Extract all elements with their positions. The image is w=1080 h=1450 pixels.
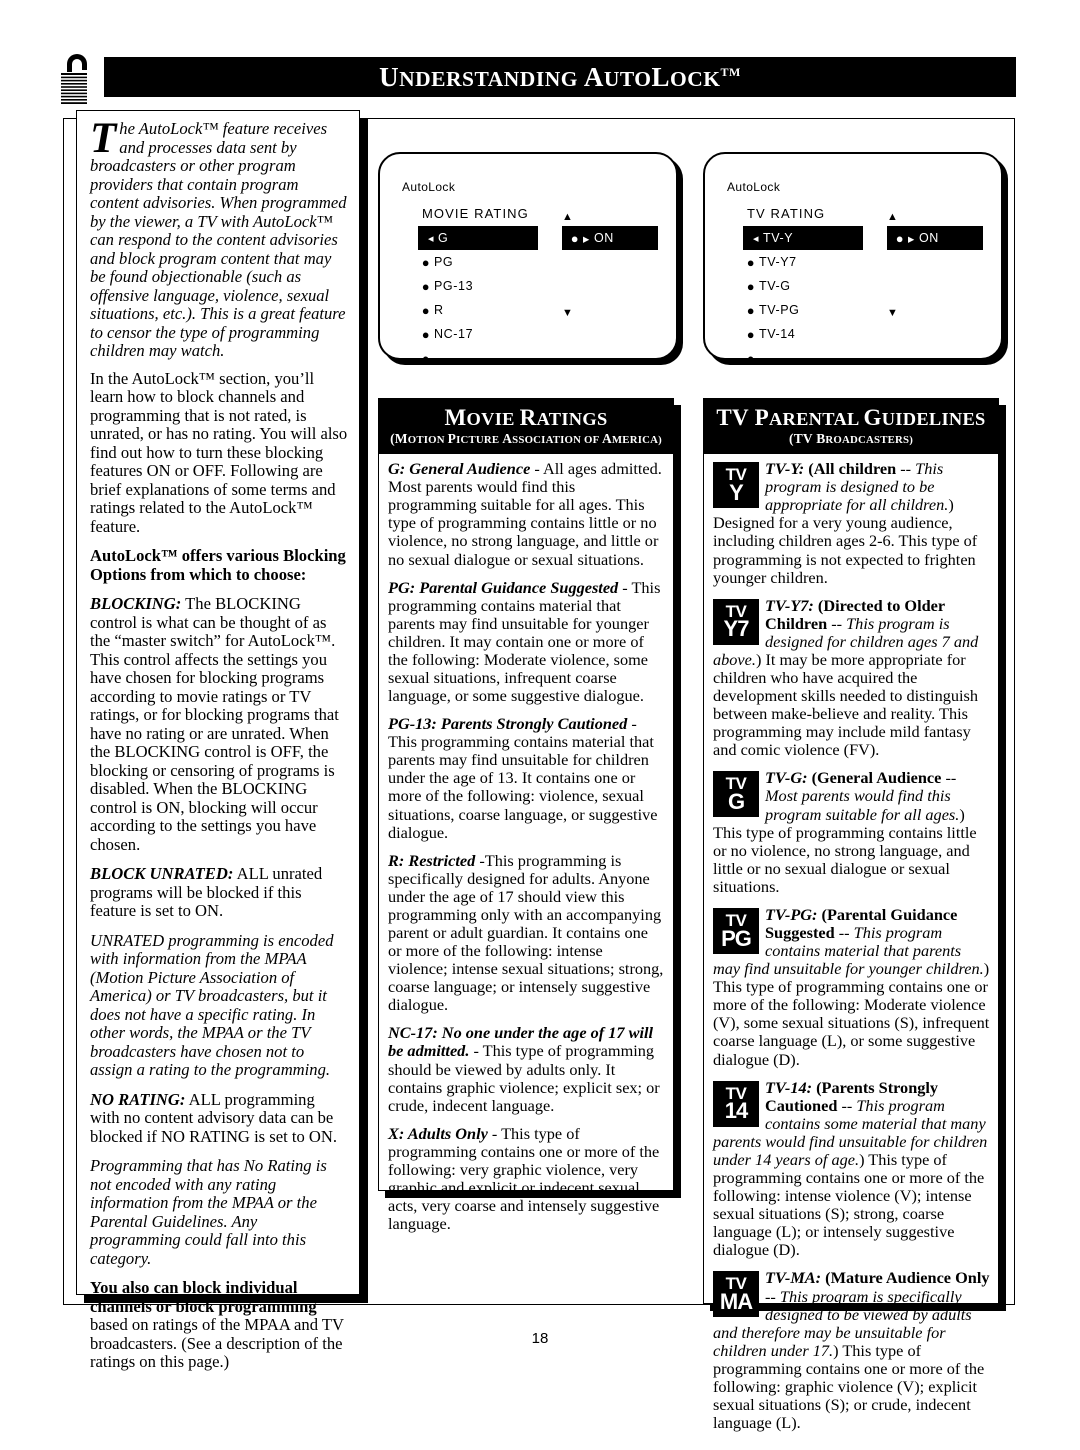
movie-ratings-body: G: General Audience - All ages admitted.… — [379, 454, 673, 1243]
rating-entry: X: Adults Only - This type of programmin… — [388, 1123, 660, 1234]
paragraph-block-unrated: BLOCK UNRATED: ALL unrated programs will… — [90, 864, 323, 920]
osd-app-label: AutoLock — [727, 180, 781, 194]
osd-list-item[interactable]: ● PG-13 — [418, 274, 548, 298]
tv-guidelines-body: TV Y TV-Y: (All children -- This program … — [704, 454, 998, 1450]
osd-list-item[interactable]: ● R — [418, 298, 548, 322]
osd-list-item[interactable]: ● PG — [418, 250, 548, 274]
intro-paragraph: The AutoLock™ feature receives and proce… — [90, 115, 347, 360]
tv-ma-rating-icon: TV MA — [713, 1271, 759, 1318]
rating-entry: PG: Parental Guidance Suggested - This p… — [388, 577, 661, 706]
tv-rating-entry: TV Y7 TV-Y7: (Directed to Older Children … — [713, 595, 979, 760]
osd-app-label: AutoLock — [402, 180, 456, 194]
scroll-down-arrow-icon[interactable]: ▼ — [887, 306, 987, 320]
paragraph-no-rating-note: Programming that has No Rating is not en… — [90, 1156, 327, 1268]
movie-rating-osd-screen: AutoLock MOVIE RATING ◂ G ● PG ● PG-13 ● R ●… — [378, 152, 678, 366]
osd-list-item[interactable]: ● TV-Y7 — [743, 250, 873, 274]
bullet-icon: ● — [421, 302, 431, 318]
osd-list-item[interactable]: ● TV-PG — [743, 298, 873, 322]
drop-cap: T — [90, 115, 117, 162]
heading-blocking-options: AutoLock™ offers various Blocking Option… — [90, 546, 346, 584]
osd-rating-list: ◂ G ● PG ● PG-13 ● R ● NC-17 ● — [418, 226, 548, 370]
scroll-up-arrow-icon[interactable]: ▲ — [887, 210, 987, 224]
left-caret-icon: ◂ — [752, 232, 760, 245]
paragraph-blocking: BLOCKING: The BLOCKING control is what c… — [90, 594, 339, 854]
tv-14-rating-icon: TV 14 — [713, 1080, 759, 1127]
right-caret-icon: ▸ — [908, 231, 915, 246]
osd-list-item[interactable]: ● NC-17 — [418, 322, 548, 346]
bullet-icon: ● — [746, 254, 756, 270]
page-header: UNDERSTANDING AUTOLOCKTM — [0, 0, 1080, 108]
bullet-icon: ● — [421, 350, 431, 366]
paragraph-autolock-section: In the AutoLock™ section, you’ll learn h… — [90, 368, 348, 536]
bullet-icon: ● — [421, 254, 431, 270]
tv-guidelines-title: TV PARENTAL GUIDELINES — [716, 405, 986, 430]
page-title-banner: UNDERSTANDING AUTOLOCKTM — [104, 57, 1016, 97]
osd-list-item[interactable]: ● — [418, 346, 548, 370]
movie-ratings-header: MOVIE RATINGS (MOTION PICTURE ASSOCIATIO… — [379, 399, 673, 455]
paragraph-unrated-note: UNRATED programming is encoded with info… — [90, 930, 334, 1079]
osd-menu-header: TV RATING — [747, 206, 826, 221]
bullet-icon: ● — [746, 302, 756, 318]
bullet-icon: ● — [746, 350, 756, 366]
tv-rating-entry: TV PG TV-PG: (Parental Guidance Suggested… — [713, 904, 990, 1069]
rating-entry: PG-13: Parents Strongly Cautioned - This… — [388, 714, 658, 842]
paragraph-no-rating: NO RATING: ALL programming with no conte… — [90, 1089, 338, 1146]
left-caret-icon: ◂ — [427, 232, 435, 245]
tv-rating-osd-screen: AutoLock TV RATING ◂ TV-Y ● TV-Y7 ● TV-G ● T… — [703, 152, 1003, 366]
movie-ratings-panel: MOVIE RATINGS (MOTION PICTURE ASSOCIATIO… — [378, 398, 674, 1233]
bullet-icon: ● — [421, 326, 431, 342]
scroll-up-arrow-icon[interactable]: ▲ — [562, 210, 662, 224]
osd-on-toggle[interactable]: ● ▸ ON — [562, 226, 658, 250]
movie-ratings-subtitle: (MOTION PICTURE ASSOCIATION OF AMERICA) — [390, 431, 662, 447]
right-caret-icon: ▸ — [583, 231, 590, 246]
tv-pg-rating-icon: TV PG — [713, 907, 759, 954]
osd-list-item-selected[interactable]: ◂ G — [418, 226, 538, 250]
bullet-icon: ● — [746, 278, 756, 294]
tv-g-rating-icon: TV G — [713, 771, 759, 818]
tv-parental-guidelines-panel: TV PARENTAL GUIDELINES (TV BROADCASTERS)… — [703, 398, 999, 1432]
rating-entry: NC-17: No one under the age of 17 will b… — [388, 1023, 660, 1115]
osd-on-toggle[interactable]: ● ▸ ON — [887, 226, 983, 250]
movie-ratings-title: MOVIE RATINGS — [444, 405, 608, 430]
osd-onoff-column: ▲ ● ▸ ON ▼ — [562, 210, 662, 320]
tv-rating-entry: TV G TV-G: (General Audience -- Most pare… — [713, 768, 977, 896]
tv-rating-entry: TV MA TV-MA: (Mature Audience Only -- Thi… — [713, 1268, 990, 1433]
left-text-panel: The AutoLock™ feature receives and proce… — [76, 110, 360, 1371]
bullet-icon: ● — [746, 326, 756, 342]
tv-rating-entry: TV Y TV-Y: (All children -- This program … — [713, 459, 978, 587]
osd-list-item[interactable]: ● — [743, 346, 873, 370]
scroll-down-arrow-icon[interactable]: ▼ — [562, 306, 662, 320]
rating-entry: R: Restricted -This programming is speci… — [388, 850, 664, 1015]
osd-list-item[interactable]: ● TV-G — [743, 274, 873, 298]
page-title: UNDERSTANDING AUTOLOCKTM — [379, 61, 741, 92]
bullet-icon: ● — [895, 230, 905, 246]
tv-guidelines-header: TV PARENTAL GUIDELINES (TV BROADCASTERS) — [704, 399, 998, 455]
tv-guidelines-subtitle: (TV BROADCASTERS) — [789, 431, 913, 447]
tv-y-rating-icon: TV Y — [713, 462, 759, 509]
tv-rating-entry: TV 14 TV-14: (Parents Strongly Cautioned … — [713, 1077, 988, 1260]
paragraph-block-individual: You also can block individual channels o… — [90, 1278, 344, 1371]
bullet-icon: ● — [421, 278, 431, 294]
osd-list-item[interactable]: ● TV-14 — [743, 322, 873, 346]
open-padlock-icon — [61, 54, 87, 104]
bullet-icon: ● — [570, 230, 580, 246]
osd-list-item-selected[interactable]: ◂ TV-Y — [743, 226, 863, 250]
rating-entry: G: General Audience - All ages admitted.… — [388, 459, 662, 569]
osd-rating-list: ◂ TV-Y ● TV-Y7 ● TV-G ● TV-PG ● TV-14 ● — [743, 226, 873, 370]
osd-menu-header: MOVIE RATING — [422, 206, 529, 221]
tv-y7-rating-icon: TV Y7 — [713, 598, 759, 645]
osd-onoff-column: ▲ ● ▸ ON ▼ — [887, 210, 987, 320]
